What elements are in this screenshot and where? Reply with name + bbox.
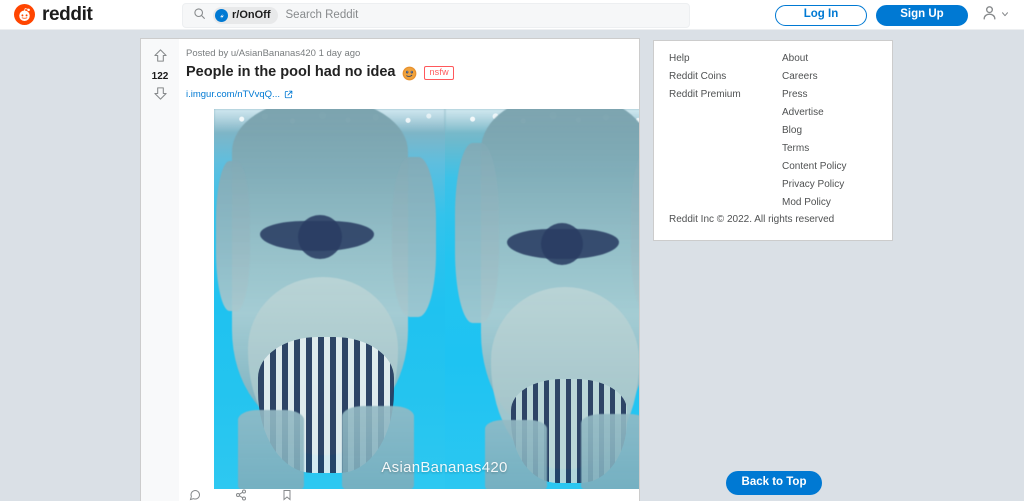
post-meta: Posted by u/AsianBananas420 1 day ago (186, 48, 361, 59)
reddit-wordmark: reddit (42, 4, 93, 25)
log-in-button[interactable]: Log In (775, 4, 867, 26)
vote-column: 122 (141, 39, 179, 501)
footer-link-help[interactable]: Help (669, 54, 782, 64)
smirking-face-emoji (402, 66, 417, 81)
footer-link-reddit-premium[interactable]: Reddit Premium (669, 90, 782, 100)
search-input[interactable]: Search Reddit (286, 9, 359, 22)
search-icon (193, 7, 206, 25)
footer-link-privacy-policy[interactable]: Privacy Policy (782, 180, 846, 190)
post-image-left-panel (214, 109, 445, 492)
reddit-alien-icon (14, 4, 35, 25)
post-body: Posted by u/AsianBananas420 1 day ago Pe… (179, 39, 639, 501)
footer-column-1: Help Reddit Coins Reddit Premium (669, 54, 782, 208)
user-account-menu[interactable] (977, 4, 1014, 26)
post-action-bar (179, 489, 639, 501)
footer-link-columns: Help Reddit Coins Reddit Premium About C… (669, 54, 877, 208)
reddit-logo-home-link[interactable]: reddit (14, 4, 93, 25)
footer-column-2: About Careers Press Advertise Blog Terms… (782, 54, 846, 208)
post-score: 122 (151, 71, 169, 82)
post-image[interactable]: AsianBananas420 (214, 109, 639, 492)
downvote-arrow-icon[interactable] (153, 86, 168, 106)
post-title-row: People in the pool had no idea nsfw (179, 59, 639, 81)
header-actions: Log In Sign Up (775, 0, 1014, 30)
comment-icon[interactable] (189, 489, 201, 501)
footer-link-press[interactable]: Press (782, 90, 846, 100)
post-link-row: i.imgur.com/nTVvqQ... (179, 82, 639, 104)
back-to-top-button[interactable]: Back to Top (726, 471, 822, 495)
search-subreddit-label: r/OnOff (232, 9, 271, 21)
footer-link-reddit-coins[interactable]: Reddit Coins (669, 72, 782, 82)
sign-up-button[interactable]: Sign Up (876, 4, 968, 26)
footer-copyright: Reddit Inc © 2022. All rights reserved (669, 214, 835, 225)
footer-link-terms[interactable]: Terms (782, 144, 846, 154)
post-card: 122 Posted by u/AsianBananas420 1 day ag… (140, 38, 640, 501)
footer-link-careers[interactable]: Careers (782, 72, 846, 82)
post-source-link[interactable]: i.imgur.com/nTVvqQ... (186, 90, 280, 100)
upvote-arrow-icon[interactable] (153, 48, 168, 68)
search-bar[interactable]: r/OnOff Search Reddit (182, 3, 690, 28)
chevron-down-icon (1000, 6, 1010, 24)
search-subreddit-chip[interactable]: r/OnOff (213, 7, 278, 24)
external-link-icon (284, 86, 293, 104)
save-icon[interactable] (281, 489, 293, 501)
post-image-right-panel (445, 109, 639, 492)
user-avatar-icon (981, 4, 998, 26)
footer-link-content-policy[interactable]: Content Policy (782, 162, 846, 172)
footer-link-mod-policy[interactable]: Mod Policy (782, 198, 846, 208)
footer-links-card: Help Reddit Coins Reddit Premium About C… (653, 40, 893, 241)
footer-link-about[interactable]: About (782, 54, 846, 64)
post-title[interactable]: People in the pool had no idea (186, 64, 395, 81)
footer-link-advertise[interactable]: Advertise (782, 108, 846, 118)
share-icon[interactable] (235, 489, 247, 501)
top-navigation-bar: reddit r/OnOff Search Reddit Log In Sign… (0, 0, 1024, 30)
footer-link-blog[interactable]: Blog (782, 126, 846, 136)
nsfw-badge: nsfw (424, 66, 454, 81)
subreddit-avatar-icon (215, 9, 228, 22)
